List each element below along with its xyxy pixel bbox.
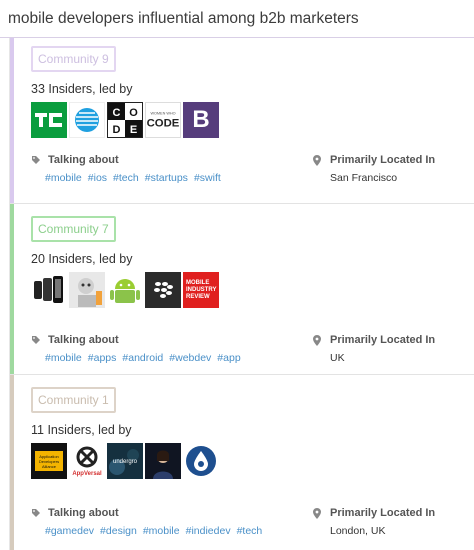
- svg-text:undergro: undergro: [113, 459, 138, 465]
- community-meta: Talking about #mobile #ios #tech #startups #…: [31, 154, 474, 184]
- tag-link[interactable]: #app: [217, 352, 240, 364]
- underground-avatar[interactable]: undergro: [107, 443, 143, 479]
- community-stripe: [10, 375, 14, 550]
- tag-link[interactable]: #mobile: [143, 525, 180, 537]
- person-avatar[interactable]: [145, 443, 181, 479]
- svg-text:E: E: [130, 124, 137, 136]
- tag-list: #mobile #apps #android #webdev #app: [31, 352, 313, 364]
- page-title-text: mobile developers influential among b2b …: [8, 10, 359, 27]
- svg-text:WOMEN WHO: WOMEN WHO: [150, 111, 175, 115]
- android-avatar[interactable]: [107, 272, 143, 308]
- tag-list: #gamedev #design #mobile #indiedev #tech: [31, 525, 313, 537]
- page-title: mobile developers influential among b2b …: [0, 0, 474, 38]
- community-list: Community 9 33 Insiders, led by CODE WOM…: [9, 38, 474, 550]
- community-badge[interactable]: Community 9: [31, 46, 116, 72]
- mobile-industry-review-logo[interactable]: MOBILE INDUSTRY REVIEW: [183, 272, 219, 308]
- tag-link[interactable]: #tech: [237, 525, 263, 537]
- svg-text:INDUSTRY: INDUSTRY: [186, 287, 216, 293]
- tag-link[interactable]: #design: [100, 525, 137, 537]
- tag-link[interactable]: #ios: [88, 172, 107, 184]
- tag-link[interactable]: #apps: [88, 352, 117, 364]
- location-heading: Primarily Located In: [313, 154, 474, 166]
- tag-link[interactable]: #mobile: [45, 352, 82, 364]
- location-pin-icon: [313, 334, 325, 346]
- bootstrap-logo[interactable]: B: [183, 102, 219, 138]
- techcrunch-logo[interactable]: [31, 102, 67, 138]
- tag-icon: [31, 155, 43, 165]
- location-heading: Primarily Located In: [313, 334, 474, 346]
- location-pin-icon: [313, 507, 325, 519]
- talking-about-heading: Talking about: [31, 507, 313, 519]
- svg-text:REVIEW: REVIEW: [186, 294, 210, 300]
- location-value: UK: [330, 352, 345, 364]
- tag-link[interactable]: #gamedev: [45, 525, 94, 537]
- att-logo[interactable]: [69, 102, 105, 138]
- svg-text:C: C: [113, 107, 121, 119]
- tag-link[interactable]: #indiedev: [186, 525, 231, 537]
- community-stripe: [10, 204, 14, 374]
- leader-avatars: MOBILE INDUSTRY REVIEW: [31, 272, 474, 308]
- tag-icon: [31, 335, 43, 345]
- community-meta: Talking about #mobile #apps #android #webde…: [31, 334, 474, 364]
- svg-text:D: D: [113, 124, 121, 136]
- talking-about-heading: Talking about: [31, 154, 313, 166]
- insiders-count: 20 Insiders, led by: [31, 252, 133, 266]
- insiders-count: 33 Insiders, led by: [31, 82, 133, 96]
- talking-about-heading: Talking about: [31, 334, 313, 346]
- location-heading: Primarily Located In: [313, 507, 474, 519]
- insiders-count: 11 Insiders, led by: [31, 423, 132, 437]
- appversal-logo[interactable]: AppVersal: [69, 443, 105, 479]
- tag-link[interactable]: #android: [122, 352, 163, 364]
- community-badge[interactable]: Community 7: [31, 216, 116, 242]
- svg-text:AppVersal: AppVersal: [72, 471, 102, 477]
- tag-link[interactable]: #startups: [145, 172, 188, 184]
- svg-text:MOBILE: MOBILE: [186, 280, 209, 286]
- blackberry-avatar[interactable]: [145, 272, 181, 308]
- community-badge[interactable]: Community 1: [31, 387, 116, 413]
- svg-text:CODE: CODE: [147, 118, 180, 130]
- community-stripe: [10, 38, 14, 203]
- drop-logo-avatar[interactable]: [183, 443, 219, 479]
- community-card[interactable]: Community 9 33 Insiders, led by CODE WOM…: [10, 38, 474, 204]
- tag-link[interactable]: #swift: [194, 172, 221, 184]
- community-meta: Talking about #gamedev #design #mobile #ind…: [31, 507, 474, 537]
- phones-avatar[interactable]: [31, 272, 67, 308]
- community-card[interactable]: Community 1 11 Insiders, led by Applicat…: [10, 375, 474, 550]
- robot-avatar[interactable]: [69, 272, 105, 308]
- women-who-code-logo[interactable]: WOMEN WHO CODE: [145, 102, 181, 138]
- code-logo[interactable]: CODE: [107, 102, 143, 138]
- location-pin-icon: [313, 154, 325, 166]
- tag-list: #mobile #ios #tech #startups #swift: [31, 172, 313, 184]
- app-developers-alliance-logo[interactable]: Application Developers Alliance: [31, 443, 67, 479]
- location-value: London, UK: [330, 525, 386, 537]
- tag-link[interactable]: #webdev: [169, 352, 211, 364]
- leader-avatars: CODE WOMEN WHO CODE B: [31, 102, 474, 138]
- tag-icon: [31, 508, 43, 518]
- community-card[interactable]: Community 7 20 Insiders, led by MOBILE IN…: [10, 204, 474, 375]
- svg-text:O: O: [129, 107, 138, 119]
- svg-text:Alliance: Alliance: [42, 464, 57, 469]
- location-value: San Francisco: [330, 172, 398, 184]
- leader-avatars: Application Developers Alliance AppVersal …: [31, 443, 474, 479]
- tag-link[interactable]: #tech: [113, 172, 139, 184]
- tag-link[interactable]: #mobile: [45, 172, 82, 184]
